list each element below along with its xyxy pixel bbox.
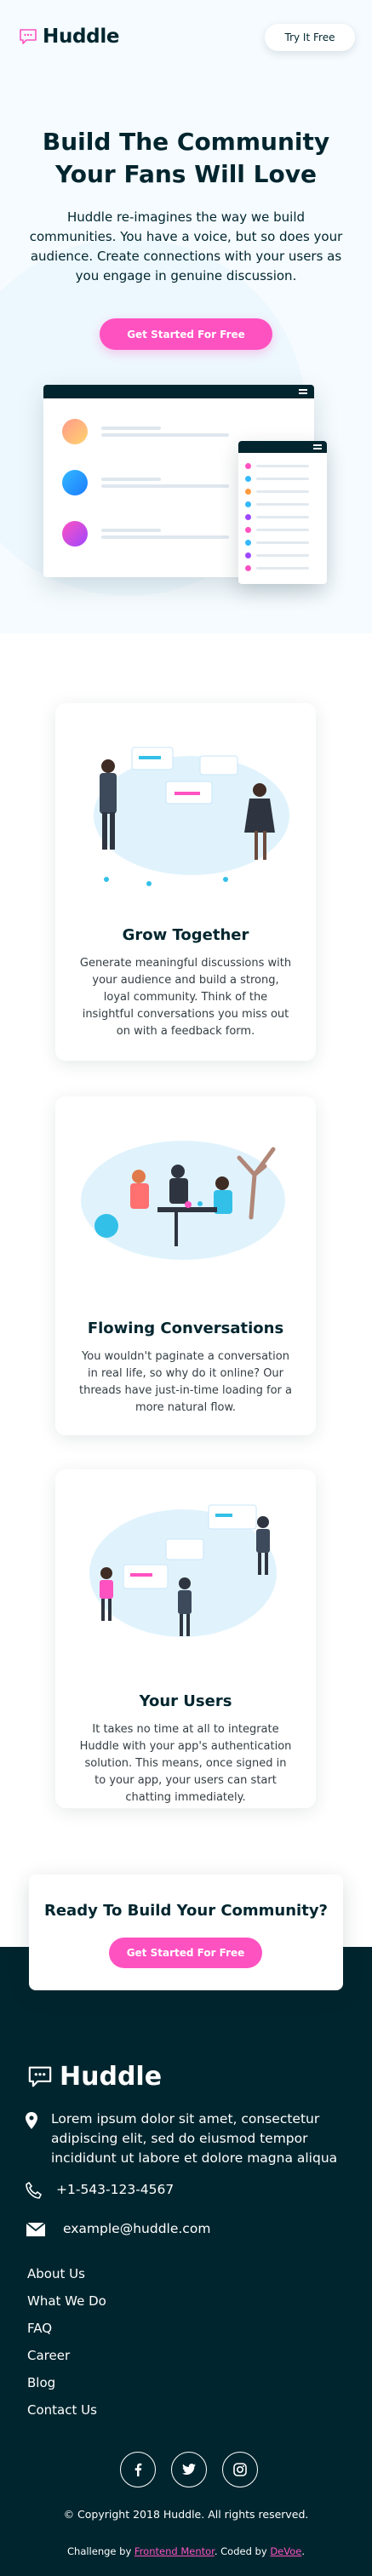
- phone-mockup-illustration: [238, 441, 327, 584]
- flowing-conversations-illustration: [81, 1141, 285, 1260]
- frontend-mentor-link[interactable]: Frontend Mentor: [134, 2545, 215, 2557]
- feature-title: Flowing Conversations: [87, 1319, 284, 1337]
- feature-description: You wouldn't paginate a conversation in …: [79, 1350, 292, 1414]
- menu-icon: [313, 444, 322, 449]
- instagram-icon[interactable]: [222, 2452, 258, 2487]
- phone-list-item: [245, 514, 309, 520]
- feature-card: Flowing Conversations You wouldn't pagin…: [55, 1096, 316, 1435]
- list-dot: [245, 489, 251, 495]
- footer-link-faq[interactable]: FAQ: [27, 2319, 106, 2346]
- phone-list-item: [245, 527, 309, 533]
- phone-text[interactable]: +1-543-123-4567: [56, 2180, 174, 2200]
- features-section: Grow Together Generate meaningful discus…: [0, 633, 372, 1875]
- facebook-icon[interactable]: [120, 2452, 156, 2487]
- footer-link-blog[interactable]: Blog: [27, 2373, 106, 2401]
- list-line: [256, 478, 309, 480]
- phone-list-item: [245, 565, 309, 571]
- phone-row: +1-543-123-4567: [26, 2180, 174, 2200]
- mockup-titlebar: [43, 385, 314, 398]
- phone-list-item: [245, 463, 309, 469]
- list-dot: [245, 463, 251, 469]
- mockup-titlebar: [238, 441, 327, 453]
- list-line: [256, 490, 309, 493]
- list-line: [256, 541, 309, 544]
- feature-description: It takes no time at all to integrate Hud…: [79, 1723, 292, 1804]
- email-icon: [26, 2222, 46, 2236]
- email-text[interactable]: example@huddle.com: [63, 2219, 210, 2239]
- footer-link-about-us[interactable]: About Us: [27, 2264, 106, 2292]
- feature-description: Generate meaningful discussions with you…: [79, 957, 292, 1038]
- list-line: [256, 465, 309, 467]
- footer-logo[interactable]: Huddle: [27, 2062, 162, 2092]
- header-logo[interactable]: Huddle: [19, 26, 120, 48]
- chat-bubble-logo-icon: [28, 2066, 52, 2087]
- menu-icon: [299, 389, 307, 394]
- list-dot: [245, 527, 251, 533]
- chat-bubble-logo-icon: [20, 29, 37, 44]
- avatar: [62, 419, 88, 444]
- feature-title: Your Users: [139, 1692, 232, 1710]
- logo-text: Huddle: [43, 26, 120, 48]
- top-navbar: Huddle Try It Free: [0, 0, 372, 73]
- phone-list-item: [245, 552, 309, 558]
- list-dot: [245, 565, 251, 571]
- feature-card: Your Users It takes no time at all to in…: [55, 1469, 316, 1808]
- grow-together-illustration: [94, 747, 289, 886]
- footer-logo-text: Huddle: [60, 2062, 163, 2092]
- list-dot: [245, 552, 251, 558]
- email-row: example@huddle.com: [26, 2219, 210, 2239]
- footer-nav: About Us What We Do FAQ Career Blog Cont…: [27, 2264, 106, 2428]
- phone-list-item: [245, 501, 309, 507]
- hero-title: Build The Community Your Fans Will Love: [42, 128, 330, 188]
- attribution: Challenge by Frontend Mentor. Coded by D…: [67, 2545, 305, 2557]
- mockup-row: [62, 470, 229, 495]
- address-text: Lorem ipsum dolor sit amet, consectetur …: [51, 2111, 338, 2166]
- your-users-illustration: [89, 1504, 277, 1637]
- feature-card: Grow Together Generate meaningful discus…: [55, 703, 316, 1061]
- ready-get-started-button[interactable]: Get Started For Free: [109, 1938, 262, 1968]
- feature-title: Grow Together: [122, 926, 249, 944]
- list-dot: [245, 476, 251, 482]
- footer-link-career[interactable]: Career: [27, 2346, 106, 2373]
- phone-icon: [26, 2182, 43, 2199]
- address-row: Lorem ipsum dolor sit amet, consectetur …: [26, 2109, 349, 2168]
- list-line: [256, 567, 309, 570]
- avatar: [62, 521, 88, 547]
- author-link[interactable]: DeVoe: [270, 2545, 301, 2557]
- copyright-text: © Copyright 2018 Huddle. All rights rese…: [63, 2508, 309, 2521]
- hero-description: Huddle re-imagines the way we build comm…: [29, 209, 343, 283]
- ready-cta-card: Ready To Build Your Community? Get Start…: [29, 1875, 343, 1990]
- list-dot: [245, 540, 251, 546]
- location-pin-icon: [26, 2112, 37, 2129]
- mockup-row: [62, 419, 229, 444]
- list-dot: [245, 501, 251, 507]
- phone-list-item: [245, 540, 309, 546]
- twitter-icon[interactable]: [171, 2452, 207, 2487]
- footer-link-what-we-do[interactable]: What We Do: [27, 2292, 106, 2319]
- footer-link-contact-us[interactable]: Contact Us: [27, 2401, 106, 2428]
- list-line: [256, 503, 309, 506]
- list-line: [256, 554, 309, 557]
- get-started-button[interactable]: Get Started For Free: [100, 318, 272, 350]
- hero-section: Huddle Try It Free Build The Community Y…: [0, 0, 372, 633]
- list-line: [256, 529, 309, 531]
- social-links: [120, 2452, 258, 2487]
- list-dot: [245, 514, 251, 520]
- ready-title: Ready To Build Your Community?: [43, 1902, 329, 1920]
- phone-list-item: [245, 476, 309, 482]
- list-line: [256, 516, 309, 518]
- try-it-free-button[interactable]: Try It Free: [265, 24, 355, 51]
- phone-list-item: [245, 489, 309, 495]
- avatar: [62, 470, 88, 495]
- mockup-row: [62, 521, 229, 547]
